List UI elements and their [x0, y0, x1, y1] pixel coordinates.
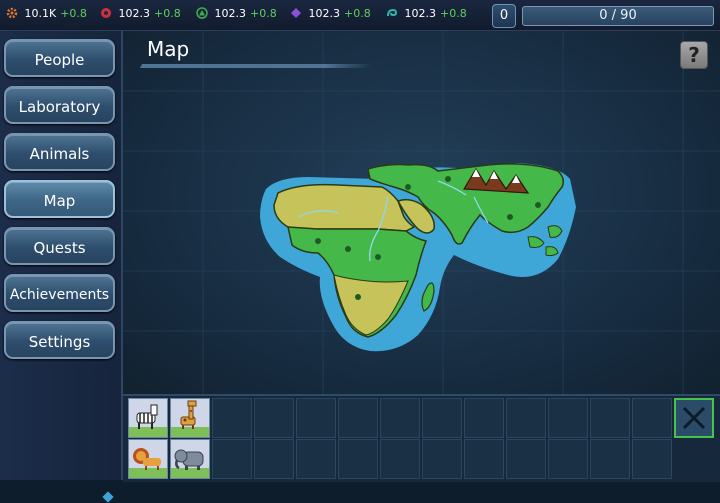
- nav-laboratory-button[interactable]: Laboratory: [4, 86, 115, 124]
- title-underline: [139, 64, 373, 68]
- lion-icon: [129, 448, 167, 478]
- inventory-slot-empty[interactable]: [422, 398, 462, 438]
- giraffe-icon: [171, 400, 209, 437]
- nav-achievements-button[interactable]: Achievements: [4, 274, 115, 312]
- inventory-slot-empty[interactable]: [548, 439, 588, 479]
- inventory-slot-zebra[interactable]: [128, 398, 168, 438]
- inventory-slot-empty[interactable]: [380, 439, 420, 479]
- inventory-slot-giraffe[interactable]: [170, 398, 210, 438]
- inventory-slot-empty[interactable]: [338, 439, 378, 479]
- nav-settings-button[interactable]: Settings: [4, 321, 115, 359]
- nav-map-button[interactable]: Map: [4, 180, 115, 218]
- resource-3: 102.3 +0.8: [290, 7, 371, 23]
- nav-animals-button[interactable]: Animals: [4, 133, 115, 171]
- resource-increment: +0.8: [344, 7, 371, 20]
- inventory-slot-empty[interactable]: [548, 398, 588, 438]
- resource-4: 102.3 +0.8: [386, 7, 467, 23]
- inventory-slot-empty[interactable]: [254, 439, 294, 479]
- resource-value: 102.3: [214, 7, 247, 20]
- inventory-slot-empty[interactable]: [338, 398, 378, 438]
- teal-swirl-icon: [387, 8, 398, 17]
- resource-1: 102.3 +0.8: [100, 7, 181, 23]
- world-map[interactable]: [258, 157, 578, 357]
- crystal-icon: [102, 491, 114, 503]
- elephant-icon: [171, 449, 209, 478]
- slot-count-badge: 0: [492, 4, 516, 28]
- map-panel: Map ?: [123, 31, 720, 394]
- resource-value: 102.3: [308, 7, 341, 20]
- resource-value: 102.3: [404, 7, 437, 20]
- purple-diamond-icon: [291, 8, 301, 18]
- inventory-slot-empty[interactable]: [380, 398, 420, 438]
- resource-increment: +0.8: [440, 7, 467, 20]
- close-button[interactable]: [674, 398, 714, 438]
- nav-quests-button[interactable]: Quests: [4, 227, 115, 265]
- sidebar: People Laboratory Animals Map Quests Ach…: [0, 31, 123, 503]
- resource-increment: +0.8: [60, 7, 87, 20]
- inventory-slot-empty[interactable]: [590, 398, 630, 438]
- inventory-slot-empty[interactable]: [464, 398, 504, 438]
- red-cog-icon: [101, 8, 111, 18]
- inventory-slot-empty[interactable]: [590, 439, 630, 479]
- inventory-slot-empty[interactable]: [464, 439, 504, 479]
- resource-0: 10.1K +0.8: [6, 7, 87, 23]
- inventory-grid: [123, 394, 720, 482]
- resource-2: 102.3 +0.8: [196, 7, 277, 23]
- nav-people-button[interactable]: People: [4, 39, 115, 77]
- green-triangle-icon: [196, 7, 208, 19]
- orange-gear-icon: [6, 7, 18, 19]
- inventory-slot-empty[interactable]: [212, 439, 252, 479]
- inventory-slot-lion[interactable]: [128, 439, 168, 479]
- resource-increment: +0.8: [154, 7, 181, 20]
- inventory-slot-elephant[interactable]: [170, 439, 210, 479]
- resource-value: 10.1K: [24, 7, 57, 20]
- help-button[interactable]: ?: [680, 41, 708, 69]
- inventory-slot-empty[interactable]: [254, 398, 294, 438]
- inventory-slot-empty[interactable]: [632, 398, 672, 438]
- progress-bar: 0 / 90: [522, 6, 714, 26]
- inventory-slot-empty[interactable]: [632, 439, 672, 479]
- inventory-slot-empty[interactable]: [212, 398, 252, 438]
- close-icon: [682, 406, 706, 430]
- inventory-slot-empty[interactable]: [422, 439, 462, 479]
- inventory-slot-empty[interactable]: [296, 439, 336, 479]
- inventory-slot-empty[interactable]: [296, 398, 336, 438]
- inventory-slot-empty[interactable]: [506, 439, 546, 479]
- page-title: Map: [147, 37, 190, 61]
- zebra-icon: [129, 404, 167, 437]
- inventory-slot-empty[interactable]: [506, 398, 546, 438]
- resource-bar: 10.1K +0.8 102.3 +0.8 102.3 +0.8 102.3 +0.8 …: [0, 0, 720, 31]
- resource-increment: +0.8: [250, 7, 277, 20]
- resource-value: 102.3: [118, 7, 151, 20]
